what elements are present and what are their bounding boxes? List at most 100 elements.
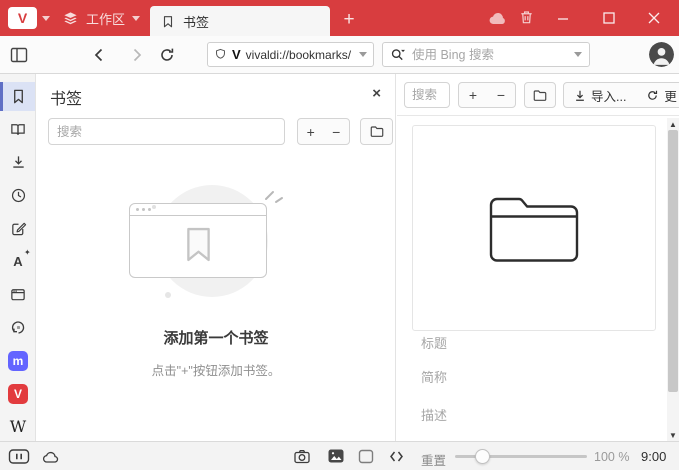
session-loop-icon <box>11 321 24 334</box>
refresh-icon <box>648 90 658 100</box>
vivaldi-menu-button[interactable]: V <box>8 7 37 29</box>
shield-icon[interactable] <box>214 47 227 62</box>
page-actions-icon[interactable] <box>358 449 374 464</box>
rail-item-sessions[interactable] <box>0 313 35 342</box>
folder-icon <box>370 126 383 137</box>
panel-search-input[interactable] <box>57 124 276 139</box>
new-folder-button[interactable] <box>524 82 556 108</box>
nickname-field[interactable] <box>421 370 641 385</box>
break-mode-icon[interactable] <box>8 448 30 465</box>
status-bar: 重置 100 % 9:00 <box>0 441 679 470</box>
title-field[interactable] <box>421 336 641 351</box>
remove-bookmark-button[interactable]: − <box>324 119 350 144</box>
manager-search-box[interactable] <box>404 82 450 108</box>
zoom-slider-knob[interactable] <box>475 448 490 464</box>
rail-item-reading-list[interactable] <box>0 115 35 144</box>
bookmark-icon <box>13 89 23 104</box>
remove-bookmark-button[interactable]: − <box>487 83 515 107</box>
address-bar: V vivaldi://bookmarks/ <box>0 36 679 74</box>
page-image-toggle-icon[interactable] <box>327 448 345 464</box>
url-field[interactable]: V vivaldi://bookmarks/ <box>207 42 374 67</box>
profile-avatar[interactable] <box>649 42 674 67</box>
rail-item-wikipedia[interactable]: W <box>0 412 35 441</box>
bookmark-thumbnail-card <box>412 125 656 331</box>
code-page-actions-icon[interactable] <box>388 449 405 464</box>
trash-icon[interactable] <box>518 8 535 27</box>
search-input[interactable] <box>412 47 568 62</box>
panel-add-remove-group: + − <box>297 118 350 145</box>
add-bookmark-button[interactable]: + <box>459 83 487 107</box>
panel-search-box[interactable] <box>48 118 285 145</box>
illustration-window-titlebar <box>130 204 266 216</box>
bookmark-ribbon-icon <box>187 227 210 262</box>
rail-item-mastodon[interactable]: m <box>0 346 35 375</box>
zoom-slider[interactable] <box>455 448 587 464</box>
sync-status-cloud-icon[interactable] <box>41 449 62 464</box>
vivaldi-icon: V <box>8 383 28 404</box>
reset-zoom-button[interactable]: 重置 <box>421 450 446 469</box>
reload-icon[interactable] <box>158 46 176 64</box>
capture-camera-icon[interactable] <box>293 448 311 465</box>
folder-large-icon <box>489 197 579 262</box>
import-button[interactable]: 导入... <box>564 83 636 107</box>
sync-cloud-icon[interactable] <box>487 9 509 27</box>
search-dropdown-caret-icon[interactable] <box>574 52 582 57</box>
rail-item-history[interactable] <box>0 181 35 210</box>
new-folder-button[interactable] <box>360 118 393 145</box>
translate-icon: A ✦ <box>13 248 31 269</box>
panel-rail: A ✦ m V W <box>0 74 36 441</box>
vivaldi-logo-icon: V <box>17 10 28 26</box>
search-engine-icon[interactable] <box>390 47 406 62</box>
decor-dot <box>152 205 156 209</box>
window-icon <box>11 289 25 301</box>
layers-icon <box>64 11 77 24</box>
scrollbar-thumb[interactable] <box>668 130 678 392</box>
panel-toggle-icon[interactable] <box>9 46 29 64</box>
workspace-caret-icon <box>132 15 141 21</box>
workspace-button[interactable]: 工作区 <box>62 6 141 30</box>
rail-item-notes[interactable] <box>0 214 35 243</box>
illustration-window <box>129 203 267 278</box>
panel-title: 书签 <box>50 91 83 108</box>
rail-item-bookmarks[interactable] <box>0 82 35 111</box>
scrollbar[interactable]: ▲ ▼ <box>667 118 679 441</box>
scroll-up-icon[interactable]: ▲ <box>667 118 679 130</box>
import-arrow-icon <box>576 90 584 101</box>
vivaldi-site-badge-icon[interactable]: V <box>232 47 241 62</box>
new-tab-button[interactable]: + <box>336 6 362 34</box>
folder-icon <box>533 89 547 101</box>
url-dropdown-caret-icon[interactable] <box>359 52 367 57</box>
rail-item-vivaldi-community[interactable]: V <box>0 379 35 408</box>
scroll-down-icon[interactable]: ▼ <box>667 429 679 441</box>
search-field[interactable] <box>382 42 590 67</box>
workspace-label: 工作区 <box>86 11 126 27</box>
close-button[interactable] <box>648 12 660 24</box>
clock: 9:00 <box>641 449 667 464</box>
tab-bookmarks[interactable]: 书签 <box>150 6 330 36</box>
zoom-value: 100 % <box>594 450 630 464</box>
sparkle-icon <box>265 191 283 203</box>
bookmarks-manager: + − 导入... 更 <box>397 74 679 441</box>
rail-item-translate[interactable]: A ✦ <box>0 247 35 276</box>
description-field[interactable] <box>421 408 641 423</box>
add-bookmark-button[interactable]: + <box>298 119 324 144</box>
more-button[interactable]: 更 <box>636 83 679 107</box>
rail-item-downloads[interactable] <box>0 148 35 177</box>
bookmarks-panel: 书签 × + − 添加第一个书签 点击"+"按钮添加书签。 <box>36 74 396 441</box>
vivaldi-menu-caret-icon[interactable] <box>42 16 50 21</box>
panel-close-icon[interactable]: × <box>372 85 381 102</box>
decor-dot <box>165 292 171 298</box>
manager-toolbar: + − 导入... 更 <box>397 74 679 116</box>
empty-state-heading: 添加第一个书签 <box>163 330 269 347</box>
rail-item-windows[interactable] <box>0 280 35 309</box>
maximize-button[interactable] <box>603 12 615 24</box>
forward-icon[interactable] <box>128 46 146 64</box>
manager-search-input[interactable] <box>412 88 442 102</box>
import-more-group: 导入... 更 <box>563 82 679 108</box>
clock-icon <box>11 188 25 203</box>
empty-state-subtext: 点击"+"按钮添加书签。 <box>151 364 281 378</box>
back-icon[interactable] <box>90 46 108 64</box>
download-icon <box>12 156 24 168</box>
wikipedia-icon: W <box>9 417 27 436</box>
minimize-button[interactable] <box>557 12 569 24</box>
